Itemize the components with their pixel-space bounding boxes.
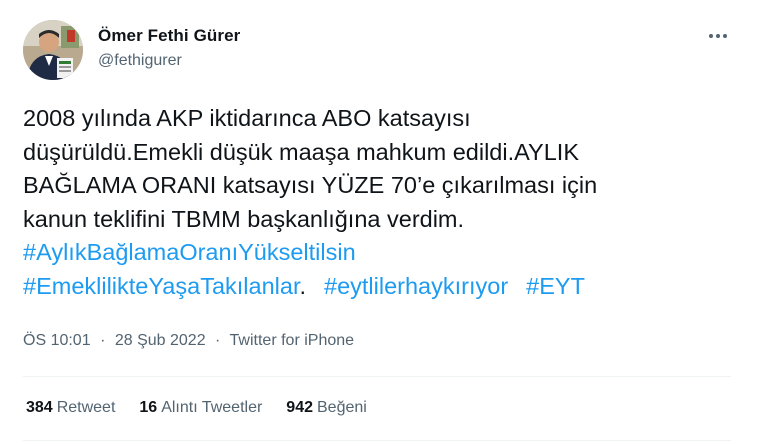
more-horizontal-icon xyxy=(723,34,727,38)
tweet-text-line: düşürüldü.Emekli düşük maaşa mahkum edil… xyxy=(23,138,580,165)
quote-count: 16 xyxy=(139,399,158,416)
like-label: Beğeni xyxy=(317,399,367,416)
divider xyxy=(23,440,731,441)
tweet-card: Ömer Fethi Gürer @fethigurer 2008 yılınd… xyxy=(0,0,761,446)
like-count: 942 xyxy=(286,399,313,416)
retweet-count: 384 xyxy=(26,399,53,416)
more-horizontal-icon xyxy=(709,34,713,38)
tweet-text: 2008 yılında AKP iktidarınca ABO katsayı… xyxy=(23,102,743,303)
retweet-label: Retweet xyxy=(56,399,116,416)
meta-separator: · xyxy=(100,332,106,349)
author-handle[interactable]: @fethigurer xyxy=(98,52,182,70)
hashtag-link[interactable]: #EYT xyxy=(526,273,585,299)
hashtag-link[interactable]: #EmeklilikteYaşaTakılanlar xyxy=(23,273,299,299)
trailing-period: . xyxy=(299,272,307,299)
tweet-stats: 384 Retweet 16 Alıntı Tweetler 942 Beğeni xyxy=(26,399,367,417)
more-horizontal-icon xyxy=(716,34,720,38)
tweet-text-line: 2008 yılında AKP iktidarınca ABO katsayı… xyxy=(23,105,471,131)
tweet-meta: ÖS 10:01 · 28 Şub 2022 · Twitter for iPh… xyxy=(23,332,354,350)
hashtag-line: #AylıkBağlamaOranıYükseltilsin xyxy=(23,236,743,270)
retweet-count-link[interactable]: 384 Retweet xyxy=(26,399,115,417)
hashtag-link[interactable]: #eytlilerhaykırıyor xyxy=(324,273,508,299)
author-name[interactable]: Ömer Fethi Gürer xyxy=(98,26,240,46)
tweet-text-line: kanun teklifini TBMM başkanlığına verdim… xyxy=(23,205,465,232)
tweet-source[interactable]: Twitter for iPhone xyxy=(230,332,355,349)
quote-label: Alıntı Tweetler xyxy=(161,399,263,416)
hashtag-link[interactable]: #AylıkBağlamaOranıYükseltilsin xyxy=(23,239,356,265)
divider xyxy=(23,376,731,377)
like-count-link[interactable]: 942 Beğeni xyxy=(286,399,367,417)
tweet-time[interactable]: ÖS 10:01 xyxy=(23,332,91,349)
meta-separator: · xyxy=(215,332,221,349)
tweet-text-line: BAĞLAMA ORANI katsayısı YÜZE 70’e çıkarı… xyxy=(23,172,598,198)
tweet-date[interactable]: 28 Şub 2022 xyxy=(115,332,206,349)
avatar[interactable] xyxy=(23,20,83,80)
quote-count-link[interactable]: 16 Alıntı Tweetler xyxy=(139,399,262,417)
more-options-button[interactable] xyxy=(700,26,736,46)
hashtag-line: #EmeklilikteYaşaTakılanlar. #eytlilerhayk… xyxy=(23,270,743,304)
